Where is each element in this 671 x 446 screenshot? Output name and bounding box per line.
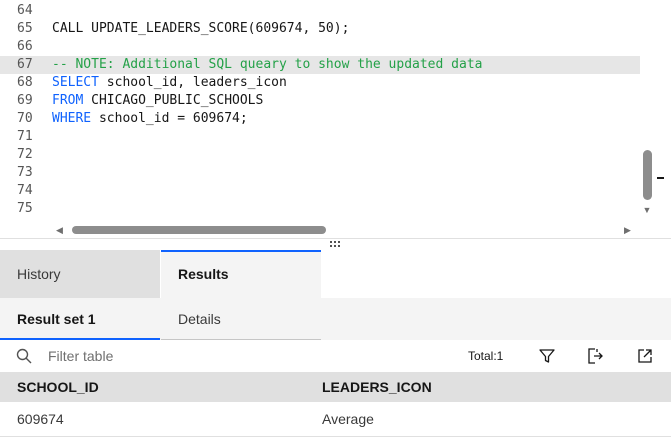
bottom-panel-tabs: History Results	[0, 250, 671, 298]
sql-comment: -- NOTE: Additional SQL queary to show t…	[52, 57, 483, 72]
code-line[interactable]: 67 -- NOTE: Additional SQL queary to show…	[0, 56, 640, 74]
sql-keyword: WHERE	[52, 111, 92, 126]
export-icon[interactable]	[586, 347, 604, 365]
sql-token: CALL UPDATE_LEADERS_SCORE(609674, 50);	[52, 21, 350, 36]
drag-handle-icon[interactable]	[328, 240, 342, 248]
line-number: 64	[17, 3, 33, 18]
tab-history[interactable]: History	[0, 250, 160, 298]
code-line[interactable]: 66	[0, 38, 640, 56]
code-line[interactable]: 72	[0, 146, 640, 164]
cell-school-id: 609674	[17, 411, 64, 427]
column-header-leaders-icon[interactable]: LEADERS_ICON	[322, 372, 432, 402]
scroll-right-arrow-icon[interactable]: ▶	[624, 224, 631, 236]
tab-details[interactable]: Details	[161, 298, 321, 340]
scroll-left-arrow-icon[interactable]: ◀	[56, 224, 63, 236]
code-line[interactable]: 75	[0, 200, 640, 218]
line-number: 69	[17, 93, 33, 108]
line-number: 66	[17, 39, 33, 54]
filter-table-input[interactable]: Filter table	[48, 346, 113, 366]
tab-result-set-1[interactable]: Result set 1	[0, 298, 160, 340]
search-icon	[16, 348, 32, 364]
code-text: SELECT school_id, leaders_icon	[52, 74, 287, 92]
line-number: 72	[17, 147, 33, 162]
filter-icon[interactable]	[538, 347, 556, 365]
sql-keyword: FROM	[52, 93, 84, 108]
code-line[interactable]: 64	[0, 2, 640, 20]
sql-token: CHICAGO_PUBLIC_SCHOOLS	[83, 93, 264, 108]
line-number: 65	[17, 21, 33, 36]
scroll-down-arrow-icon[interactable]: ▼	[641, 204, 653, 216]
code-line[interactable]: 74	[0, 182, 640, 200]
sql-token: school_id, leaders_icon	[98, 75, 287, 90]
column-header-school-id[interactable]: SCHOOL_ID	[17, 372, 99, 402]
sql-token: school_id = 609674;	[91, 111, 248, 126]
total-count: Total:1	[468, 349, 504, 363]
line-number: 73	[17, 165, 33, 180]
horizontal-scroll-thumb[interactable]	[72, 226, 326, 234]
results-toolbar: Filter table Total:1	[0, 340, 671, 372]
code-text: CALL UPDATE_LEADERS_SCORE(609674, 50);	[52, 20, 349, 38]
code-text: WHERE school_id = 609674;	[52, 110, 248, 128]
vertical-scroll-thumb[interactable]	[643, 150, 652, 200]
tabs-spacer	[321, 250, 671, 298]
line-number: 68	[17, 75, 33, 90]
code-line[interactable]: 70 WHERE school_id = 609674;	[0, 110, 640, 128]
code-line[interactable]: 68 SELECT school_id, leaders_icon	[0, 74, 640, 92]
code-line[interactable]: 71	[0, 128, 640, 146]
sql-editor[interactable]: 64 65 CALL UPDATE_LEADERS_SCORE(609674, 50…	[0, 0, 671, 238]
line-number: 67	[17, 57, 33, 72]
code-text: -- NOTE: Additional SQL queary to show t…	[52, 56, 482, 74]
result-subtabs: Result set 1 Details	[0, 298, 671, 340]
cell-leaders-icon: Average	[322, 411, 374, 427]
overview-ruler-marker	[657, 177, 664, 179]
table-row[interactable]: 609674 Average	[0, 402, 671, 437]
line-number: 70	[17, 111, 33, 126]
table-header: SCHOOL_ID LEADERS_ICON	[0, 372, 671, 402]
line-number: 75	[17, 201, 33, 216]
code-line[interactable]: 69 FROM CHICAGO_PUBLIC_SCHOOLS	[0, 92, 640, 110]
launch-icon[interactable]	[636, 347, 654, 365]
code-text: FROM CHICAGO_PUBLIC_SCHOOLS	[52, 92, 263, 110]
code-line[interactable]: 73	[0, 164, 640, 182]
line-number: 71	[17, 129, 33, 144]
line-number: 74	[17, 183, 33, 198]
code-line[interactable]: 65 CALL UPDATE_LEADERS_SCORE(609674, 50);	[0, 20, 640, 38]
tab-results[interactable]: Results	[161, 250, 321, 298]
sql-keyword: SELECT	[52, 75, 99, 90]
